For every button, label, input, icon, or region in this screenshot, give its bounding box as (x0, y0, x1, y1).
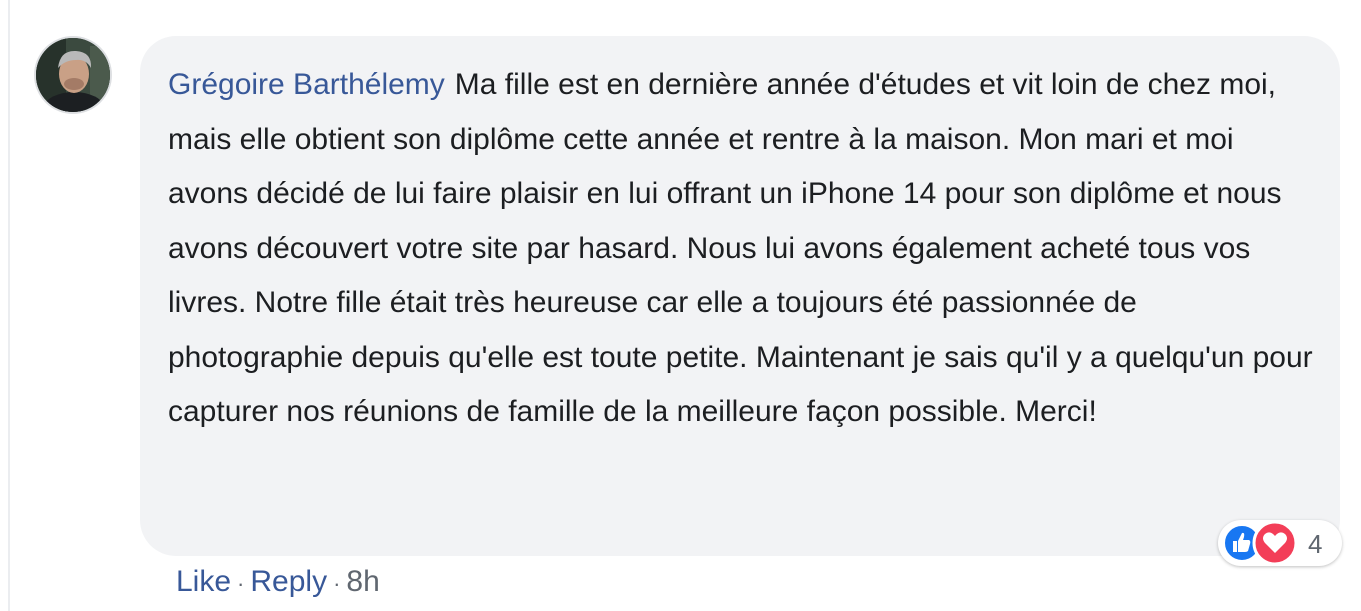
reactions-summary[interactable]: 4 (1218, 520, 1342, 566)
comment-thread: Grégoire Barthélemy Ma fille est en derni… (0, 0, 1361, 611)
comment-author-link[interactable]: Grégoire Barthélemy (168, 68, 445, 101)
action-separator: · (237, 571, 245, 596)
comment-actions: Like · Reply · 8h (176, 562, 380, 604)
reply-button[interactable]: Reply (250, 565, 327, 598)
avatar-photo (36, 38, 110, 112)
thread-divider (8, 0, 10, 611)
avatar[interactable] (34, 36, 112, 114)
comment-text: Ma fille est en dernière année d'études … (168, 68, 1313, 428)
comment-timestamp[interactable]: 8h (346, 565, 379, 598)
like-button[interactable]: Like (176, 565, 231, 598)
comment-body: Grégoire Barthélemy Ma fille est en derni… (168, 58, 1318, 440)
love-icon (1252, 520, 1298, 566)
action-separator: · (333, 571, 341, 596)
reaction-count: 4 (1308, 529, 1323, 559)
